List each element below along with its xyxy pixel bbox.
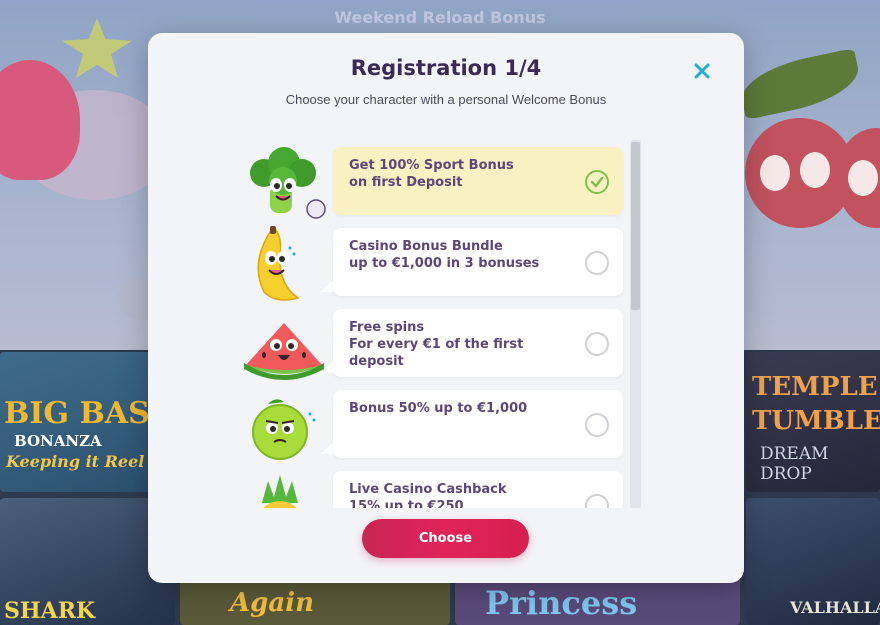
option-line: up to €1,000 in 3 bonuses [349,256,540,271]
option-radio-checked[interactable] [585,170,609,194]
bonus-option-list[interactable]: Get 100% Sport Bonus on first Deposit Ca… [240,138,648,508]
tile-title: Princess [485,584,638,622]
option-line: For every €1 of the first [349,337,524,352]
option-radio[interactable] [585,251,609,275]
option-card[interactable]: Get 100% Sport Bonus on first Deposit [333,147,623,215]
option-radio[interactable] [585,494,609,508]
bonus-option-50-percent[interactable]: Bonus 50% up to €1,000 [240,390,640,460]
tile-title-2: TUMBLE [752,406,880,436]
option-line: Get 100% Sport Bonus [349,158,514,173]
bonus-option-casino-bundle[interactable]: Casino Bonus Bundle up to €1,000 in 3 bo… [240,226,640,301]
tile-subtitle: DREAM DROP [760,444,829,484]
bonus-option-free-spins[interactable]: Free spins For every €1 of the first dep… [240,309,640,380]
game-tile-valhalla[interactable]: VALHALLA [746,498,880,625]
bonus-option-sport[interactable]: Get 100% Sport Bonus on first Deposit [240,147,640,219]
pineapple-character-icon [240,467,326,508]
broccoli-character-icon [240,143,326,223]
cherry-eye [760,155,790,191]
option-card[interactable]: Free spins For every €1 of the first dep… [333,309,623,377]
tile-title: SHARK [4,598,96,624]
choose-button[interactable]: Choose [362,519,529,558]
cherry-eye-2 [800,152,830,188]
option-line: Bonus 50% up to €1,000 [349,401,528,416]
close-button[interactable] [688,57,716,85]
option-card[interactable]: Casino Bonus Bundle up to €1,000 in 3 bo… [333,228,623,296]
option-text: Casino Bonus Bundle up to €1,000 in 3 bo… [349,238,579,272]
tile-title: Again [230,588,314,618]
tile-title: BIG BASS [4,396,171,431]
option-line: Casino Bonus Bundle [349,239,503,254]
close-icon [694,63,710,79]
option-radio[interactable] [585,413,609,437]
option-text: Get 100% Sport Bonus on first Deposit [349,157,579,191]
option-radio[interactable] [585,332,609,356]
tile-subtitle: BONANZA [14,432,102,450]
option-card[interactable]: Bonus 50% up to €1,000 [333,390,623,458]
lime-character-icon [240,386,326,466]
option-line: deposit [349,354,404,369]
option-line: Free spins [349,320,425,335]
option-text: Bonus 50% up to €1,000 [349,400,579,417]
option-line: on first Deposit [349,175,463,190]
checkmark-icon [590,176,604,188]
tile-title: TEMPLE [752,372,878,402]
game-tile-temple-tumble[interactable]: TEMPLE TUMBLE DREAM DROP [746,352,880,492]
banana-character-icon [240,224,326,304]
modal-subtitle: Choose your character with a personal We… [285,92,607,107]
option-card[interactable]: Live Casino Cashback 15% up to €250 [333,471,623,508]
cherry-eye-3 [848,160,878,196]
bonus-option-live-cashback[interactable]: Live Casino Cashback 15% up to €250 [240,471,640,508]
list-scrollbar[interactable] [630,140,641,508]
modal-title: Registration 1/4 [350,56,542,80]
tile-title: VALHALLA [790,598,880,617]
registration-modal: Registration 1/4 Choose your character w… [148,33,744,583]
option-text: Free spins For every €1 of the first dep… [349,319,579,370]
option-text: Live Casino Cashback 15% up to €250 [349,481,579,508]
option-line: 15% up to €250 [349,499,464,508]
option-line: Live Casino Cashback [349,482,507,497]
tile-tagline: Keeping it Reel [6,452,145,471]
watermelon-character-icon [240,305,326,385]
scrollbar-thumb[interactable] [631,142,640,310]
banner-title: Weekend Reload Bonus [334,8,546,27]
